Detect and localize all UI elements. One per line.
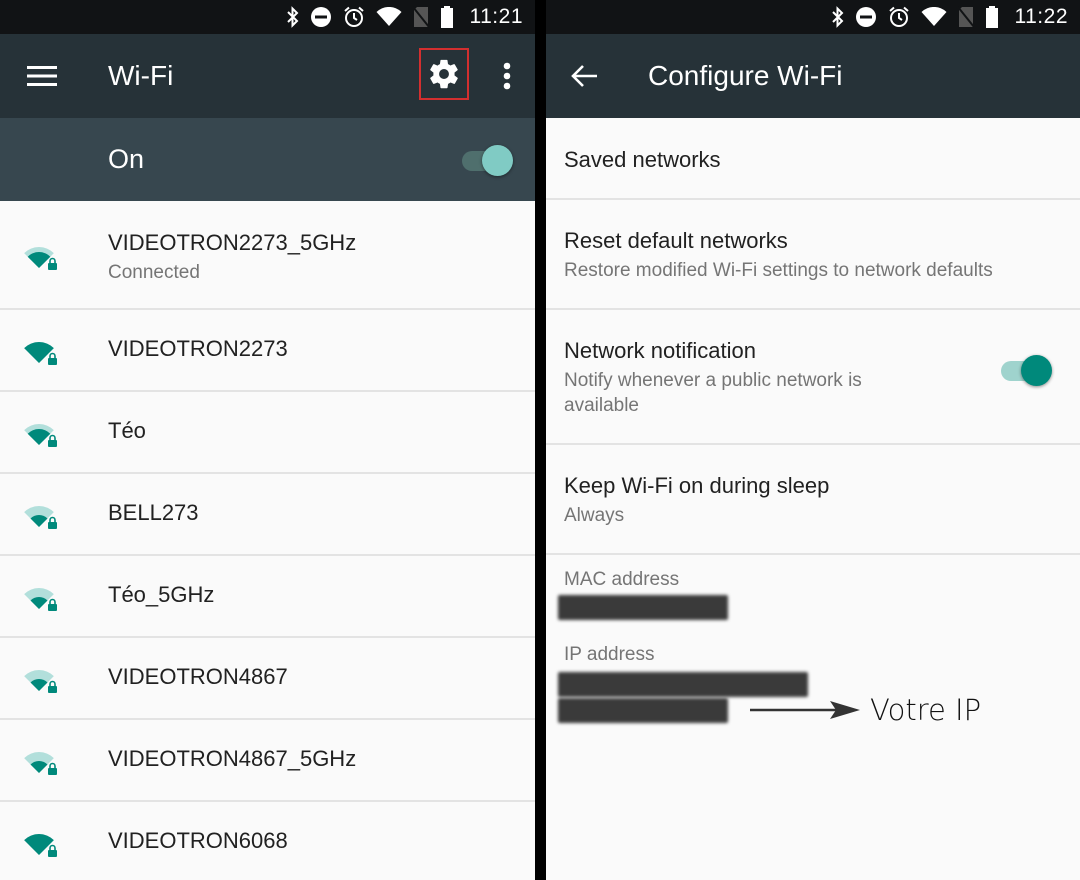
- bluetooth-icon: [286, 0, 300, 34]
- network-info: MAC address IP address Votre IP: [546, 555, 1080, 755]
- wifi-secured-signal-icon: [24, 669, 57, 693]
- wifi-toggle[interactable]: [462, 142, 513, 178]
- pref-title: Saved networks: [564, 147, 721, 172]
- wifi-secured-signal-icon: [24, 751, 57, 775]
- alarm-icon: [887, 0, 911, 34]
- back-arrow-icon: [571, 65, 597, 87]
- status-bar: 11:21: [0, 0, 535, 34]
- network-list-item[interactable]: VIDEOTRON4867: [0, 638, 535, 720]
- alarm-icon: [342, 0, 366, 34]
- configure-wifi-screen: 11:22 Configure Wi-Fi Saved networks Res…: [546, 0, 1080, 880]
- wifi-secured-signal-icon: [24, 505, 57, 529]
- annotation-text: Votre IP: [870, 693, 982, 727]
- network-ssid: VIDEOTRON6068: [108, 828, 288, 853]
- wifi-signal-icon: [921, 0, 947, 34]
- network-ssid: Téo: [108, 418, 146, 443]
- network-list-item[interactable]: Téo: [0, 392, 535, 474]
- settings-button[interactable]: [419, 48, 469, 100]
- ip-address-label: IP address: [564, 644, 655, 665]
- battery-icon: [985, 0, 999, 34]
- network-list-item[interactable]: BELL273: [0, 474, 535, 556]
- network-ssid: BELL273: [108, 500, 199, 525]
- wifi-secured-signal-icon: [24, 246, 57, 270]
- pref-summary: Restore modified Wi-Fi settings to netwo…: [564, 260, 993, 281]
- toggle-thumb: [482, 145, 513, 176]
- pref-network-notification[interactable]: Network notification Notify whenever a p…: [546, 310, 1080, 445]
- app-bar: Wi-Fi: [0, 34, 535, 118]
- network-list-item[interactable]: VIDEOTRON4867_5GHz: [0, 720, 535, 802]
- more-vert-icon[interactable]: [496, 58, 518, 94]
- status-time: 11:22: [1014, 5, 1068, 28]
- wifi-secured-signal-icon: [24, 587, 57, 611]
- ip-annotation: Votre IP: [750, 693, 981, 727]
- network-list-item[interactable]: VIDEOTRON2273: [0, 310, 535, 392]
- wifi-master-switch-bar[interactable]: On: [0, 118, 535, 201]
- wifi-signal-icon: [376, 0, 402, 34]
- wifi-screen: 11:21 Wi-Fi On VIDEOTRON2273_5GHz Connect…: [0, 0, 535, 880]
- page-title: Wi-Fi: [108, 60, 174, 91]
- battery-icon: [440, 0, 454, 34]
- mac-address-value-redacted: [558, 595, 728, 620]
- wifi-secured-signal-icon: [24, 341, 57, 365]
- status-bar: 11:22: [546, 0, 1080, 34]
- wifi-switch-label: On: [108, 144, 145, 174]
- network-ssid: VIDEOTRON4867_5GHz: [108, 746, 357, 771]
- mac-address-label: MAC address: [564, 569, 680, 590]
- network-notification-toggle[interactable]: [1001, 352, 1052, 388]
- network-ssid: VIDEOTRON4867: [108, 664, 288, 689]
- pref-summary: Notify whenever a public network is avai…: [564, 370, 862, 416]
- no-sim-icon: [956, 0, 975, 34]
- do-not-disturb-icon: [855, 0, 877, 34]
- network-list-item[interactable]: Téo_5GHz: [0, 556, 535, 638]
- pref-summary: Always: [564, 505, 625, 526]
- network-ssid: VIDEOTRON2273: [108, 336, 288, 361]
- pref-title: Reset default networks: [564, 228, 788, 253]
- hamburger-menu-icon[interactable]: [26, 60, 58, 92]
- settings-gear-icon: [430, 59, 458, 89]
- annotation-arrow-icon: [750, 701, 860, 719]
- network-ssid: Téo_5GHz: [108, 582, 215, 607]
- do-not-disturb-icon: [310, 0, 332, 34]
- status-time: 11:21: [469, 5, 523, 28]
- pref-keep-wifi-on-during-sleep[interactable]: Keep Wi-Fi on during sleep Always: [546, 445, 1080, 555]
- wifi-secured-signal-icon: [24, 833, 57, 857]
- back-button[interactable]: [568, 60, 600, 92]
- pref-reset-default-networks[interactable]: Reset default networks Restore modified …: [546, 200, 1080, 310]
- network-list: VIDEOTRON2273_5GHz Connected VIDEOTRON2273…: [0, 201, 535, 880]
- network-list-item[interactable]: VIDEOTRON6068: [0, 802, 535, 880]
- wifi-secured-signal-icon: [24, 423, 57, 447]
- network-ssid: VIDEOTRON2273_5GHz: [108, 230, 357, 255]
- no-sim-icon: [411, 0, 430, 34]
- toggle-thumb: [1021, 355, 1052, 386]
- ip-address-value-redacted: [558, 698, 728, 723]
- bluetooth-icon: [831, 0, 845, 34]
- network-list-item[interactable]: VIDEOTRON2273_5GHz Connected: [0, 201, 535, 310]
- app-bar: Configure Wi-Fi: [546, 34, 1080, 118]
- pref-title: Network notification: [564, 338, 756, 363]
- page-title: Configure Wi-Fi: [648, 60, 843, 91]
- pref-saved-networks[interactable]: Saved networks: [546, 118, 1080, 200]
- network-status: Connected: [108, 262, 200, 283]
- pref-title: Keep Wi-Fi on during sleep: [564, 473, 830, 498]
